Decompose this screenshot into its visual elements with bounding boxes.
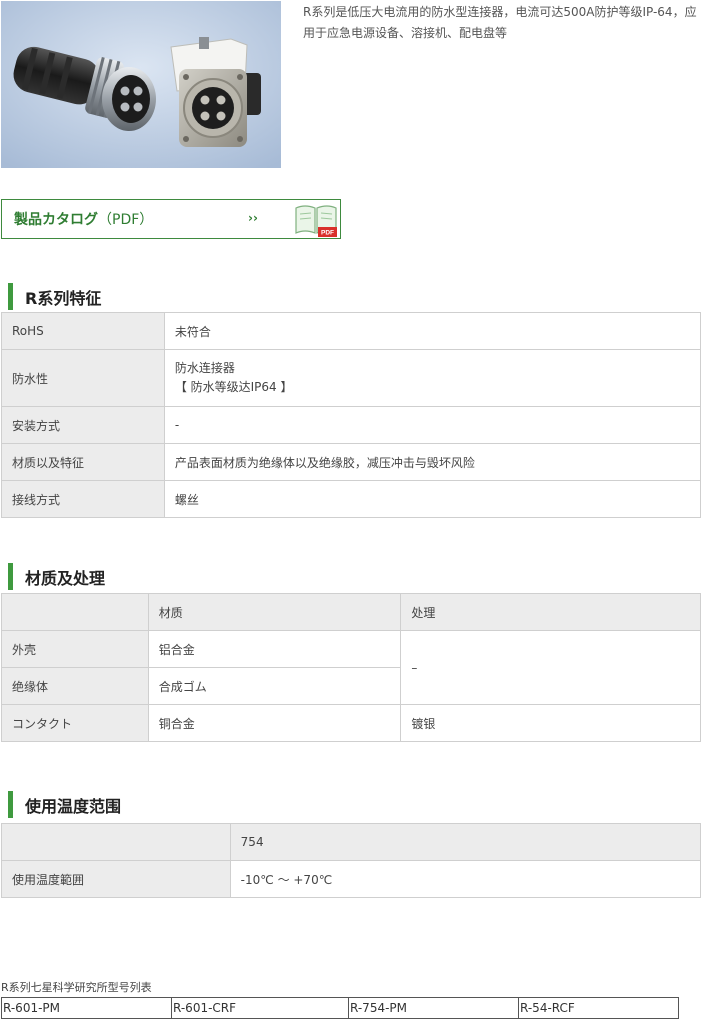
materials-table: 材质 处理 外壳 铝合金 – 绝缘体 合成ゴム コンタクト 铜合金 镀银: [1, 593, 701, 742]
header-treatment: 处理: [400, 593, 701, 631]
feature-value-line: 【 防水等级达IP64 】: [174, 380, 293, 394]
table-row: 防水性 防水连接器 【 防水等级达IP64 】: [1, 349, 702, 407]
treatment-value-merged: –: [400, 630, 701, 705]
model-list-caption: R系列七星科学研究所型号列表: [1, 981, 152, 994]
header-material: 材质: [147, 593, 402, 631]
treatment-value: 镀银: [400, 704, 701, 742]
model-link[interactable]: R-54-RCF: [518, 997, 679, 1019]
features-heading: R系列特征: [8, 283, 101, 310]
feature-label: 防水性: [1, 349, 165, 407]
material-value: 铜合金: [147, 704, 402, 742]
model-link[interactable]: R-754-PM: [348, 997, 519, 1019]
chevron-right-icon: ››: [248, 211, 258, 225]
material-value: 合成ゴム: [147, 667, 402, 705]
table-row: 外壳 铝合金 –: [1, 630, 701, 705]
header-model: 754: [229, 823, 702, 861]
temperature-heading: 使用温度范围: [8, 791, 121, 818]
table-header-row: 材质 处理: [1, 593, 701, 631]
table-row: 安装方式 -: [1, 406, 702, 444]
part-name: 外壳: [1, 630, 149, 668]
model-link[interactable]: R-601-CRF: [171, 997, 349, 1019]
product-photo: [1, 1, 281, 168]
table-header-row: 754: [1, 823, 702, 861]
connector-illustration: [1, 1, 281, 168]
catalog-button-label: 製品カタログ（PDF）: [14, 209, 153, 229]
feature-value-line: 防水连接器: [174, 361, 235, 375]
features-table: RoHS 未符合 防水性 防水连接器 【 防水等级达IP64 】 安装方式 - …: [1, 312, 702, 518]
header-cell-empty: [1, 593, 149, 631]
model-list-table: R-601-PM R-601-CRF R-754-PM R-54-RCF: [1, 997, 679, 1019]
table-row: コンタクト 铜合金 镀银: [1, 704, 701, 742]
part-name: 绝缘体: [1, 667, 149, 705]
material-value: 铝合金: [147, 630, 402, 668]
feature-label: 安装方式: [1, 406, 165, 444]
temperature-value: -10℃ ～ +70℃: [229, 860, 702, 898]
materials-heading: 材质及处理: [8, 563, 105, 590]
catalog-label-main: 製品カタログ: [14, 212, 98, 228]
feature-value: 产品表面材质为绝缘体以及绝缘胶，减压冲击与毁坏风险: [163, 443, 702, 481]
feature-label: 接线方式: [1, 480, 165, 518]
feature-value: -: [163, 406, 702, 444]
catalog-pdf-button[interactable]: 製品カタログ（PDF） ›› PDF: [1, 199, 341, 239]
model-link[interactable]: R-601-PM: [1, 997, 172, 1019]
feature-label: RoHS: [1, 312, 165, 350]
table-row: R-601-PM R-601-CRF R-754-PM R-54-RCF: [1, 997, 679, 1019]
part-name: コンタクト: [1, 704, 149, 742]
pdf-badge-text: PDF: [321, 230, 334, 237]
table-row: RoHS 未符合: [1, 312, 702, 350]
feature-value: 防水连接器 【 防水等级达IP64 】: [163, 349, 702, 407]
feature-value: 螺丝: [163, 480, 702, 518]
catalog-label-suffix: （PDF）: [98, 212, 154, 228]
table-row: 使用温度範囲 -10℃ ～ +70℃: [1, 860, 702, 898]
header-cell-empty: [1, 823, 231, 861]
table-row: 接线方式 螺丝: [1, 480, 702, 518]
product-intro: R系列是低压大电流用的防水型连接器，电流可达500A防护等级IP-64，应用于应…: [303, 5, 697, 40]
table-row: 材质以及特征 产品表面材质为绝缘体以及绝缘胶，减压冲击与毁坏风险: [1, 443, 702, 481]
pdf-book-icon: PDF: [294, 203, 338, 240]
temperature-table: 754 使用温度範囲 -10℃ ～ +70℃: [1, 823, 702, 898]
feature-label: 材质以及特征: [1, 443, 165, 481]
temperature-label: 使用温度範囲: [1, 860, 231, 898]
feature-value: 未符合: [163, 312, 702, 350]
